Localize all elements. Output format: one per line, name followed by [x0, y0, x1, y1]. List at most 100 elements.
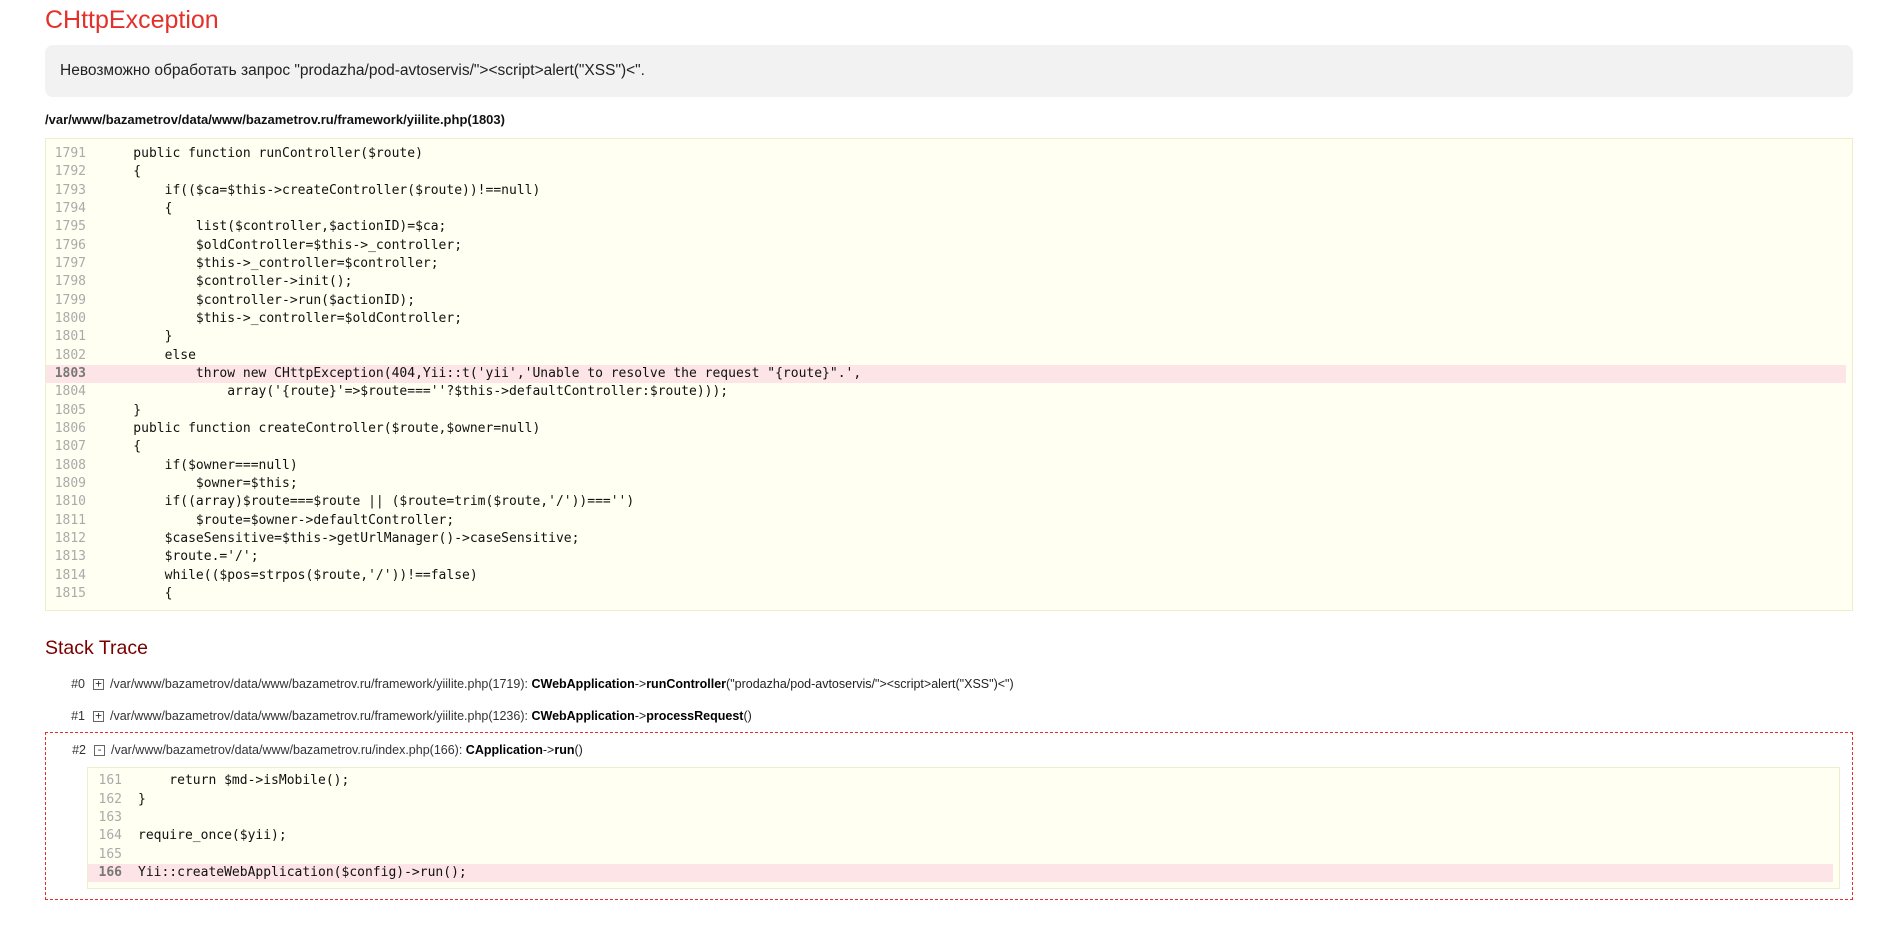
line-source: public function createController($route,…: [102, 420, 541, 436]
trace-file: /var/www/bazametrov/data/www/bazametrov.…: [111, 743, 463, 758]
trace-class: CWebApplication: [531, 677, 635, 692]
expand-icon[interactable]: +: [93, 708, 104, 722]
line-source: }: [138, 791, 146, 807]
trace-header[interactable]: #2-/var/www/bazametrov/data/www/bazametr…: [46, 733, 1852, 767]
trace-number: #0: [71, 677, 85, 692]
line-source: require_once($yii);: [138, 828, 287, 844]
code-line: 1814 while(($pos=strpos($route,'/'))!==f…: [46, 567, 1852, 585]
line-source: $controller->run($actionID);: [102, 292, 416, 308]
line-source: }: [102, 402, 142, 418]
line-number: 1810: [54, 494, 86, 510]
line-source: {: [102, 200, 173, 216]
trace-args: (): [743, 709, 752, 724]
line-source: $controller->init();: [102, 274, 353, 290]
trace-method: run: [554, 743, 575, 758]
code-line: 1791 public function runController($rout…: [46, 145, 1852, 163]
line-number: 164: [98, 828, 122, 844]
line-number: 165: [98, 846, 122, 862]
line-source: {: [102, 585, 173, 601]
line-source: }: [102, 329, 173, 345]
code-line: 1806 public function createController($r…: [46, 420, 1852, 438]
line-source: [130, 846, 1839, 864]
line-number: 1792: [54, 164, 86, 180]
trace-header[interactable]: #1 + /var/www/bazametrov/data/www/bazametr…: [45, 700, 1853, 732]
line-number: 1814: [54, 567, 86, 583]
trace-header[interactable]: #0 + /var/www/bazametrov/data/www/bazametr…: [45, 668, 1853, 700]
code-line: 162}: [88, 791, 1839, 809]
toggle-symbol: +: [95, 676, 102, 690]
trace-item: #1 + /var/www/bazametrov/data/www/bazametr…: [45, 700, 1853, 732]
code-line: 1805 }: [46, 402, 1852, 420]
line-number: 162: [98, 791, 122, 807]
code-line: 1808 if($owner===null): [46, 457, 1852, 475]
line-number: 1794: [54, 200, 86, 216]
line-number: 1808: [54, 457, 86, 473]
line-number: 1806: [54, 420, 86, 436]
line-source: [130, 809, 1839, 827]
error-code-line: 166 Yii::createWebApplication($config)->r…: [88, 863, 1833, 883]
toggle-symbol: +: [95, 708, 102, 722]
trace-number: #1: [71, 709, 85, 724]
collapse-icon[interactable]: -: [94, 742, 105, 756]
line-source: $this->_controller=$oldController;: [102, 310, 463, 326]
code-line: 1809 $owner=$this;: [46, 475, 1852, 493]
line-source: else: [102, 347, 196, 363]
code-line: 1797 $this->_controller=$controller;: [46, 255, 1852, 273]
code-line: 1804 array('{route}'=>$route===''?$this-…: [46, 383, 1852, 401]
trace-arrow: ->: [634, 677, 647, 692]
line-source: if($owner===null): [102, 457, 298, 473]
code-line: 164 require_once($yii);: [88, 827, 1839, 845]
code-line: 1812 $caseSensitive=$this->getUrlManager…: [46, 530, 1852, 548]
line-number: 161: [98, 773, 122, 789]
line-source: if(($ca=$this->createController($route))…: [102, 182, 541, 198]
line-source: $oldController=$this->_controller;: [102, 237, 463, 253]
code-line: 1801 }: [46, 328, 1852, 346]
source-file-path: /var/www/bazametrov/data/www/bazametrov.…: [45, 112, 505, 127]
line-number: 1805: [54, 402, 86, 418]
line-source: while(($pos=strpos($route,'/'))!==false): [102, 567, 478, 583]
line-source: $route=$owner->defaultController;: [102, 512, 455, 528]
line-number: 1800: [54, 310, 86, 326]
line-number: 1793: [54, 182, 86, 198]
trace-file: /var/www/bazametrov/data/www/bazametrov.…: [110, 709, 528, 724]
trace-class: CWebApplication: [531, 709, 635, 724]
code-line: 1796 $oldController=$this->_controller;: [46, 237, 1852, 255]
line-source: array('{route}'=>$route===''?$this->defa…: [102, 384, 729, 400]
line-number: 1803: [54, 365, 86, 381]
trace-number: #2: [72, 743, 86, 758]
line-source: {: [102, 439, 142, 455]
trace-item: #2-/var/www/bazametrov/data/www/bazametr…: [45, 732, 1853, 901]
line-source: $route.='/';: [102, 549, 259, 565]
trace-arrow: ->: [542, 743, 555, 758]
trace-file: /var/www/bazametrov/data/www/bazametrov.…: [110, 677, 528, 692]
line-number: 163: [98, 809, 122, 825]
code-line: 1802 else: [46, 347, 1852, 365]
code-line: 1794 {: [46, 200, 1852, 218]
line-number: 1795: [54, 219, 86, 235]
line-number: 1802: [54, 347, 86, 363]
error-message: Невозможно обработать запрос "prodazha/p…: [45, 45, 1853, 97]
trace-code-block: 161 return $md->isMobile(); 162} 163 164 req…: [87, 767, 1840, 890]
trace-item: #0 + /var/www/bazametrov/data/www/bazametr…: [45, 668, 1853, 700]
trace-arrow: ->: [634, 709, 647, 724]
line-source: return $md->isMobile();: [138, 773, 350, 789]
line-source: throw new CHttpException(404,Yii::t('yii…: [102, 365, 862, 381]
error-code-line: 1803 throw new CHttpException(404,Yii::t…: [46, 364, 1846, 384]
line-source: $caseSensitive=$this->getUrlManager()->c…: [102, 530, 580, 546]
trace-method: runController: [646, 677, 727, 692]
code-line: 1813 $route.='/';: [46, 548, 1852, 566]
code-line: 1795 list($controller,$actionID)=$ca;: [46, 218, 1852, 236]
code-line: 165: [88, 846, 1839, 864]
code-line: 1807 {: [46, 438, 1852, 456]
line-number: 1791: [54, 146, 86, 161]
code-line: 1793 if(($ca=$this->createController($ro…: [46, 182, 1852, 200]
code-line: 161 return $md->isMobile();: [88, 772, 1839, 790]
line-number: 1807: [54, 439, 86, 455]
line-number: 1815: [54, 585, 86, 601]
line-source: public function runController($route): [102, 146, 423, 161]
trace-method: processRequest: [646, 709, 744, 724]
expand-icon[interactable]: +: [93, 676, 104, 690]
toggle-symbol: -: [96, 742, 103, 756]
trace-class: CApplication: [465, 743, 543, 758]
line-number: 1801: [54, 329, 86, 345]
